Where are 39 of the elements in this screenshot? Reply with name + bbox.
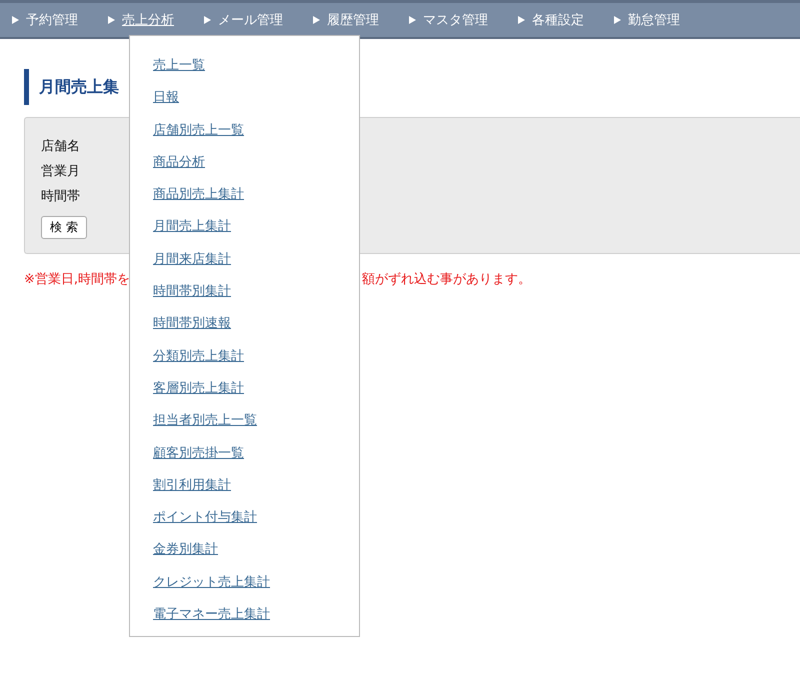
triangle-icon	[518, 16, 525, 24]
menu-link[interactable]: 割引利用集計	[153, 470, 359, 502]
menu-link[interactable]: 時間帯別集計	[153, 276, 359, 308]
nav-item[interactable]: 履歴管理	[313, 11, 379, 29]
triangle-icon	[204, 16, 211, 24]
menu-link[interactable]: 担当者別売上一覧	[153, 405, 359, 438]
warning-text: ※営業日,時間帯を	[24, 271, 132, 288]
menu-link[interactable]: 商品別売上集計	[153, 179, 359, 212]
menu-link[interactable]: クレジット売上集計	[153, 566, 359, 600]
triangle-icon	[12, 16, 19, 24]
field-label: 時間帯	[41, 188, 80, 206]
triangle-icon	[313, 16, 320, 24]
menu-link[interactable]: 月間売上集計	[153, 211, 359, 244]
nav-item[interactable]: マスタ管理	[409, 11, 488, 29]
triangle-icon	[108, 16, 115, 24]
menu-link[interactable]: 売上一覧	[153, 50, 359, 82]
page-title: 月間売上集	[39, 76, 119, 98]
field-label: 店舗名	[41, 138, 80, 156]
menu-link[interactable]: 金券別集計	[153, 534, 359, 567]
menu-link[interactable]: 商品分析	[153, 146, 359, 180]
nav-item[interactable]: 売上分析	[108, 11, 174, 29]
menu-link[interactable]: 日報	[153, 82, 359, 115]
menu-link[interactable]: 時間帯別速報	[153, 308, 359, 341]
nav-item[interactable]: 予約管理	[12, 11, 78, 29]
field-label: 営業月	[41, 163, 80, 181]
menu-link[interactable]: 客層別売上集計	[153, 372, 359, 406]
warning-text: 額がずれ込む事があります。	[362, 271, 531, 288]
search-button[interactable]: 検 索	[41, 216, 87, 239]
nav-item[interactable]: メール管理	[204, 11, 283, 29]
menu-link[interactable]: 顧客別売掛一覧	[153, 438, 359, 470]
menu-link[interactable]: 電子マネー売上集計	[153, 599, 359, 632]
nav-item[interactable]: 勤怠管理	[614, 11, 680, 29]
triangle-icon	[409, 16, 416, 24]
nav-item[interactable]: 各種設定	[518, 11, 584, 29]
menu-link[interactable]: ポイント付与集計	[153, 502, 359, 534]
triangle-icon	[614, 16, 621, 24]
menu-link[interactable]: 店舗別売上一覧	[153, 114, 359, 147]
menu-link[interactable]: 月間来店集計	[153, 244, 359, 276]
menu-link[interactable]: 分類別売上集計	[153, 340, 359, 373]
